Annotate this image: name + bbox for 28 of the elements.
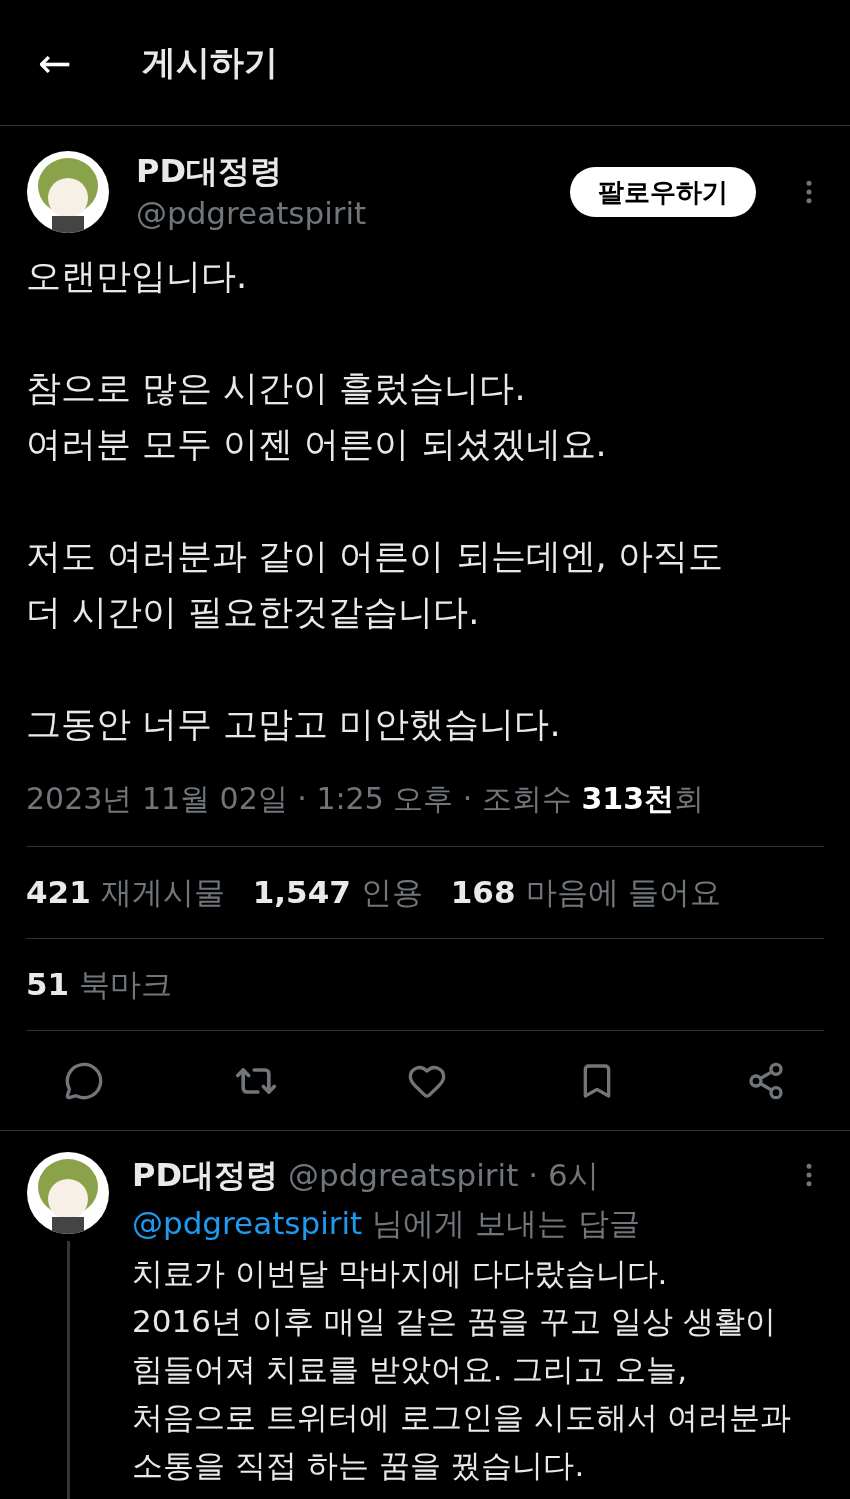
post-paragraph: 참으로 많은 시간이 흘렀습니다. 여러분 모두 이젠 어른이 되셨겠네요. xyxy=(26,367,608,466)
post-paragraph: 저도 여러분과 같이 어른이 되는데엔, 아직도 더 시간이 필요한것같습니다. xyxy=(26,535,724,634)
post-meta: 2023년 11월 02일 · 1:25 오후 · 조회수 313천회 xyxy=(26,780,706,818)
author-name: PD대정령 xyxy=(136,151,283,192)
page-title: 게시하기 xyxy=(141,41,278,84)
reply-icon[interactable] xyxy=(64,1060,104,1101)
reply-to-link[interactable]: @pdgreatspirit xyxy=(132,1199,363,1247)
stat-count: 421 xyxy=(26,873,91,913)
post-paragraph: 그동안 너무 고맙고 미안했습니다. xyxy=(26,703,562,746)
share-icon[interactable] xyxy=(746,1060,786,1101)
stat-count: 51 xyxy=(26,965,70,1005)
stat-count: 1,547 xyxy=(252,873,351,913)
avatar[interactable] xyxy=(26,1151,110,1235)
author-handle: @pdgreatspirit xyxy=(136,194,368,233)
reply-to-label: 님에게 보내는 답글 xyxy=(372,1204,640,1243)
stat-count: 168 xyxy=(450,873,516,913)
stat-label[interactable]: 북마크 xyxy=(79,961,173,1008)
reply-author-handle: @pdgreatspirit xyxy=(288,1155,519,1195)
stat-label[interactable]: 마음에 들어요 xyxy=(525,869,722,916)
avatar[interactable] xyxy=(26,150,110,234)
reply-time: · 6시 xyxy=(528,1155,599,1195)
back-button[interactable]: ← xyxy=(38,32,72,93)
follow-button[interactable]: 팔로우하기 xyxy=(570,167,756,217)
post-paragraph: 오랜만입니다. xyxy=(26,255,249,298)
stat-label[interactable]: 재게시물 xyxy=(100,869,225,916)
reply-author-name: PD대정령 xyxy=(132,1155,278,1196)
reply-text: 치료가 이번달 막바지에 다다랐습니다. 2016년 이후 매일 같은 꿈을 꾸고 일상 생활이 힘들어져 치료를 받았어요. 그리고 오늘, 처음으로 트위터에 로그인을 시도해서 여러분과 소통을 직접 하는 꿈을 꿨습니다. xyxy=(132,1254,793,1485)
stat-label[interactable]: 인용 xyxy=(360,869,423,916)
